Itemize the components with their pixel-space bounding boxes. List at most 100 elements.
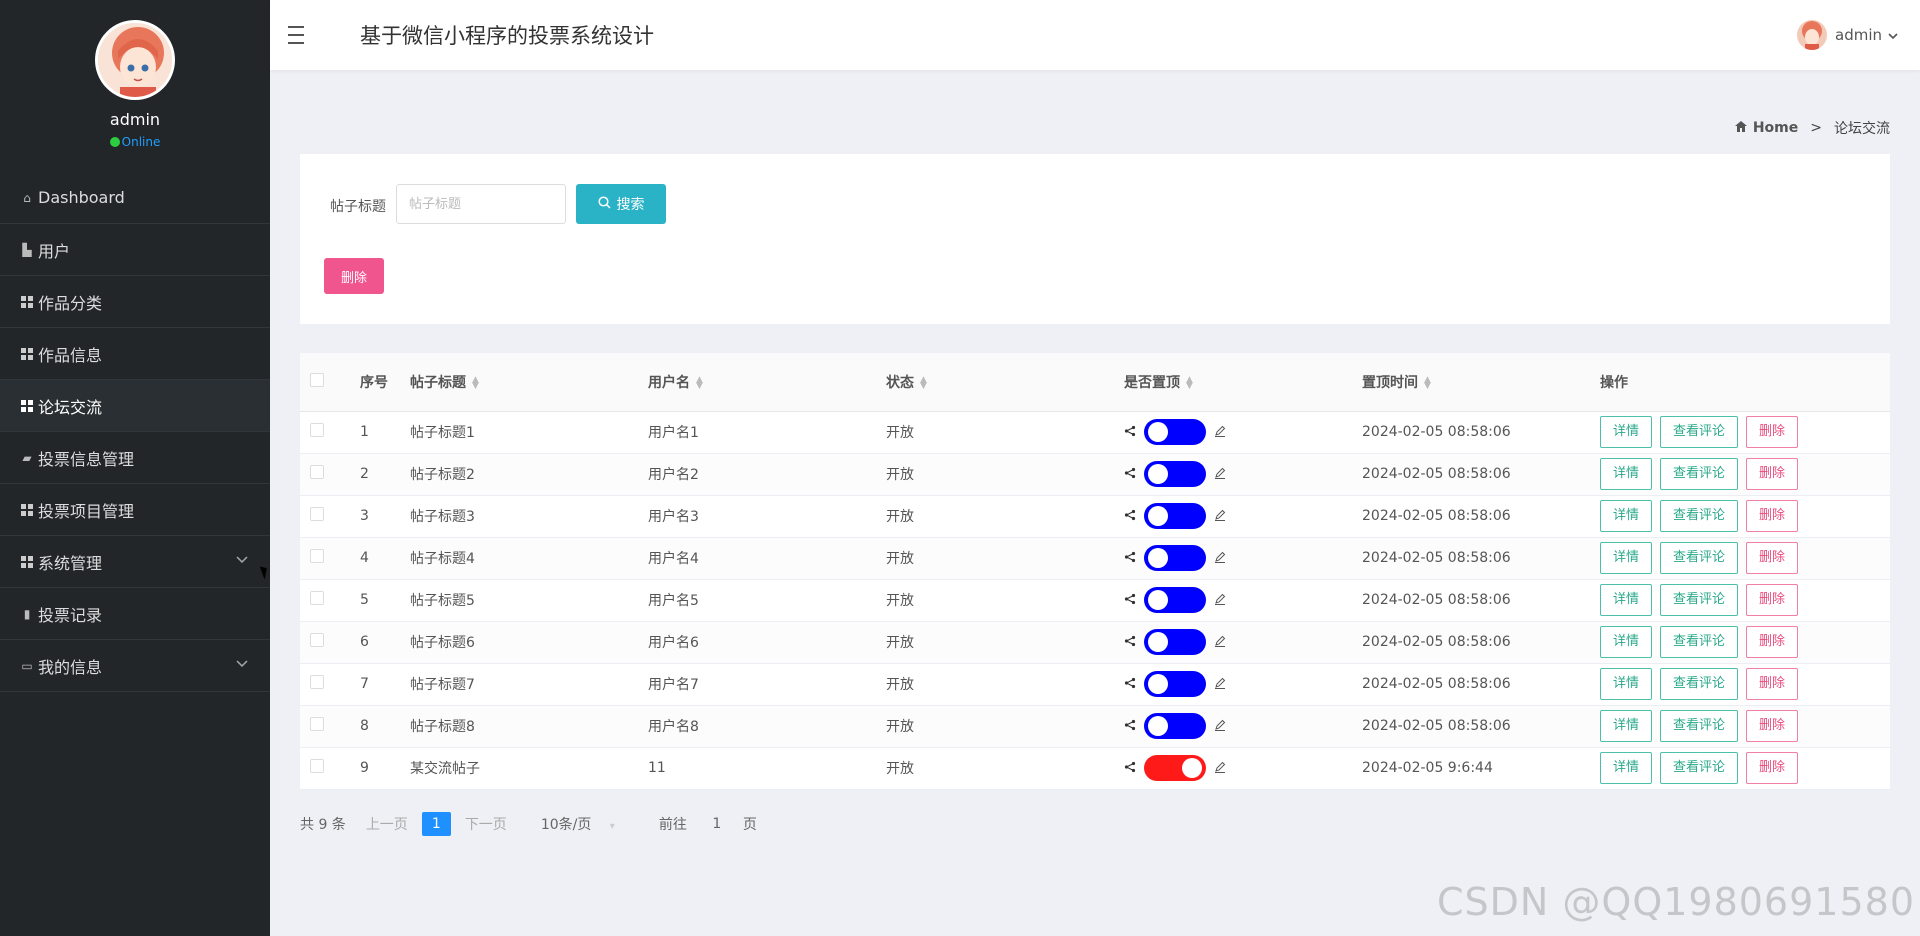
- cell-index: 1: [360, 411, 410, 454]
- row-delete-button[interactable]: 删除: [1746, 668, 1799, 700]
- edit-icon[interactable]: [1214, 425, 1226, 440]
- pinned-toggle[interactable]: [1144, 461, 1206, 487]
- avatar: [95, 20, 175, 100]
- sidebar-item-dashboard[interactable]: ⌂ Dashboard: [0, 172, 270, 224]
- row-checkbox[interactable]: [310, 717, 324, 731]
- share-icon[interactable]: [1124, 761, 1136, 776]
- view-comments-button[interactable]: 查看评论: [1660, 752, 1739, 784]
- batch-delete-button[interactable]: 删除: [324, 258, 384, 294]
- page-suffix-label: 页: [742, 817, 757, 833]
- cell-title: 帖子标题6: [410, 621, 648, 664]
- row-checkbox[interactable]: [310, 633, 324, 647]
- row-delete-button[interactable]: 删除: [1746, 458, 1799, 490]
- row-checkbox[interactable]: [310, 507, 324, 521]
- edit-icon[interactable]: [1214, 593, 1226, 608]
- row-delete-button[interactable]: 删除: [1746, 584, 1799, 616]
- view-comments-button[interactable]: 查看评论: [1660, 458, 1739, 490]
- view-comments-button[interactable]: 查看评论: [1660, 416, 1739, 448]
- view-comments-button[interactable]: 查看评论: [1660, 668, 1739, 700]
- pinned-toggle[interactable]: [1144, 671, 1206, 697]
- row-checkbox[interactable]: [310, 549, 324, 563]
- select-all-checkbox[interactable]: [310, 372, 324, 387]
- pinned-toggle[interactable]: [1144, 419, 1206, 445]
- next-page-button[interactable]: 下一页: [465, 814, 507, 834]
- view-comments-button[interactable]: 查看评论: [1660, 584, 1739, 616]
- sidebar-item-system[interactable]: 系统管理: [0, 536, 270, 588]
- row-delete-button[interactable]: 删除: [1746, 500, 1799, 532]
- col-header-status[interactable]: 状态 ▲ ▼: [886, 353, 1124, 412]
- cell-pin-time: 2024-02-05 08:58:06: [1362, 705, 1600, 748]
- page-size-select[interactable]: 10条/页 ▾: [541, 814, 615, 834]
- pinned-toggle[interactable]: [1144, 713, 1206, 739]
- row-delete-button[interactable]: 删除: [1746, 710, 1799, 742]
- detail-button[interactable]: 详情: [1600, 500, 1653, 532]
- col-header-pinned[interactable]: 是否置顶 ▲ ▼: [1124, 353, 1362, 412]
- detail-button[interactable]: 详情: [1600, 668, 1653, 700]
- cell-index: 3: [360, 495, 410, 538]
- prev-page-button[interactable]: 上一页: [366, 814, 408, 834]
- sidebar-item-forum[interactable]: 论坛交流: [0, 380, 270, 432]
- share-icon[interactable]: [1124, 635, 1136, 650]
- share-icon[interactable]: [1124, 551, 1136, 566]
- pinned-toggle[interactable]: [1144, 587, 1206, 613]
- sidebar-item-work-info[interactable]: 作品信息: [0, 328, 270, 380]
- row-delete-button[interactable]: 删除: [1746, 752, 1799, 784]
- share-icon[interactable]: [1124, 425, 1136, 440]
- chevron-down-icon: [236, 656, 248, 672]
- pinned-toggle[interactable]: [1144, 545, 1206, 571]
- col-header-username[interactable]: 用户名 ▲ ▼: [648, 353, 886, 412]
- view-comments-button[interactable]: 查看评论: [1660, 542, 1739, 574]
- col-header-title[interactable]: 帖子标题 ▲ ▼: [410, 353, 648, 412]
- goto-page-input[interactable]: 1: [707, 816, 727, 832]
- detail-button[interactable]: 详情: [1600, 458, 1653, 490]
- edit-icon[interactable]: [1214, 761, 1226, 776]
- detail-button[interactable]: 详情: [1600, 584, 1653, 616]
- row-checkbox[interactable]: [310, 591, 324, 605]
- edit-icon[interactable]: [1214, 551, 1226, 566]
- col-header-pin-time[interactable]: 置顶时间 ▲ ▼: [1362, 353, 1600, 412]
- view-comments-button[interactable]: 查看评论: [1660, 500, 1739, 532]
- breadcrumb-home[interactable]: Home: [1753, 120, 1798, 136]
- share-icon[interactable]: [1124, 509, 1136, 524]
- pinned-toggle[interactable]: [1144, 755, 1206, 781]
- sidebar-item-vote-info[interactable]: ▰ 投票信息管理: [0, 432, 270, 484]
- pinned-toggle[interactable]: [1144, 503, 1206, 529]
- row-delete-button[interactable]: 删除: [1746, 542, 1799, 574]
- search-input[interactable]: [396, 184, 566, 224]
- user-menu[interactable]: admin: [1797, 20, 1898, 50]
- cell-status: 开放: [886, 747, 1124, 790]
- share-icon[interactable]: [1124, 467, 1136, 482]
- detail-button[interactable]: 详情: [1600, 752, 1653, 784]
- sidebar-item-users[interactable]: ▙ 用户: [0, 224, 270, 276]
- edit-icon[interactable]: [1214, 635, 1226, 650]
- view-comments-button[interactable]: 查看评论: [1660, 626, 1739, 658]
- pinned-toggle[interactable]: [1144, 629, 1206, 655]
- row-checkbox[interactable]: [310, 423, 324, 437]
- sidebar-item-vote-project[interactable]: 投票项目管理: [0, 484, 270, 536]
- sidebar-item-work-category[interactable]: 作品分类: [0, 276, 270, 328]
- menu-toggle-icon[interactable]: [288, 23, 316, 47]
- edit-icon[interactable]: [1214, 719, 1226, 734]
- edit-icon[interactable]: [1214, 677, 1226, 692]
- share-icon[interactable]: [1124, 719, 1136, 734]
- detail-button[interactable]: 详情: [1600, 626, 1653, 658]
- share-icon[interactable]: [1124, 677, 1136, 692]
- detail-button[interactable]: 详情: [1600, 416, 1653, 448]
- edit-icon[interactable]: [1214, 509, 1226, 524]
- row-delete-button[interactable]: 删除: [1746, 626, 1799, 658]
- table-row: 6 帖子标题6 用户名6 开放 2024-02-05 08:58:06 详情 查看评论 删除: [300, 621, 1890, 664]
- row-checkbox[interactable]: [310, 675, 324, 689]
- row-checkbox[interactable]: [310, 759, 324, 773]
- share-icon[interactable]: [1124, 593, 1136, 608]
- detail-button[interactable]: 详情: [1600, 710, 1653, 742]
- cell-index: 2: [360, 453, 410, 496]
- edit-icon[interactable]: [1214, 467, 1226, 482]
- row-delete-button[interactable]: 删除: [1746, 416, 1799, 448]
- sidebar-item-vote-records[interactable]: ▮ 投票记录: [0, 588, 270, 640]
- page-button-active[interactable]: 1: [421, 812, 451, 836]
- detail-button[interactable]: 详情: [1600, 542, 1653, 574]
- row-checkbox[interactable]: [310, 465, 324, 479]
- search-button[interactable]: 搜索: [576, 184, 666, 224]
- view-comments-button[interactable]: 查看评论: [1660, 710, 1739, 742]
- sidebar-item-my-info[interactable]: ▭ 我的信息: [0, 640, 270, 692]
